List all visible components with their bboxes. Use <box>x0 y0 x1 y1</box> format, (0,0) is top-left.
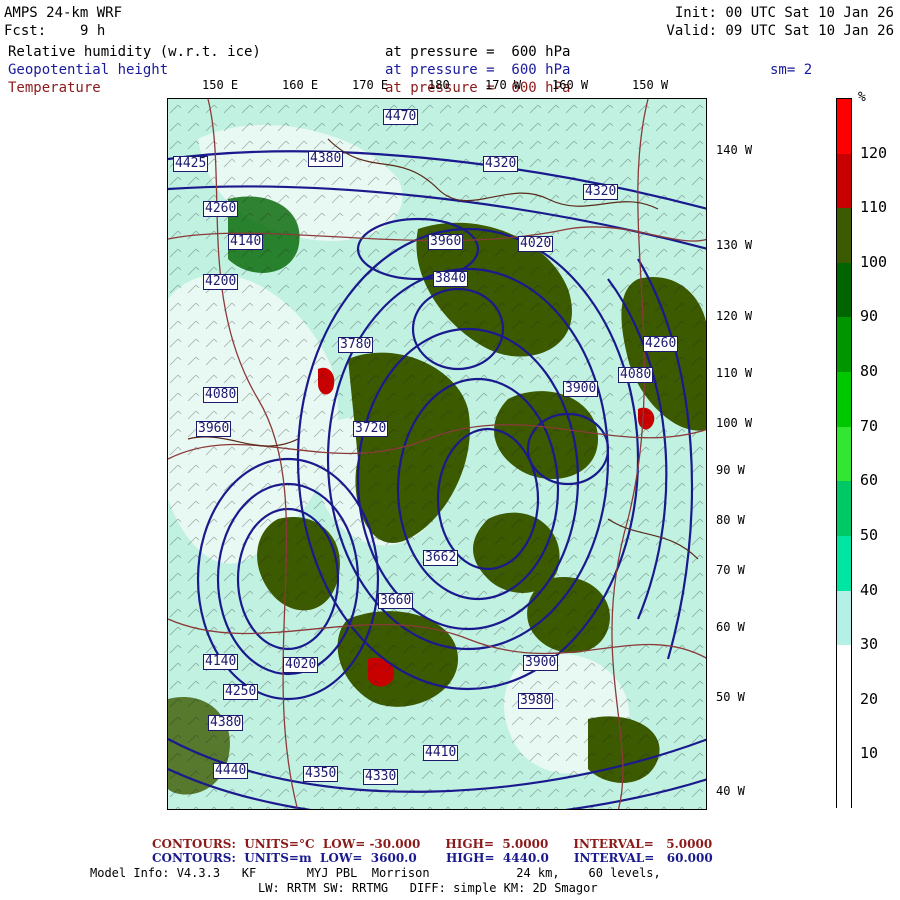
level-rh: at pressure = 600 hPa <box>385 44 571 60</box>
colorbar-segment <box>837 208 851 264</box>
field-height-label: Geopotential height <box>8 62 169 78</box>
height-label: 4425 <box>173 156 209 172</box>
colorbar-tick-label: 80 <box>860 362 879 381</box>
forecast-value: 9 h <box>80 23 106 39</box>
colorbar-segment <box>837 645 851 701</box>
lat-label: 90 W <box>716 463 745 477</box>
colorbar-tick-label: 30 <box>860 635 879 654</box>
colorbar-segment <box>837 699 851 755</box>
field-temp-label: Temperature <box>8 80 101 96</box>
lat-label: 60 W <box>716 620 745 634</box>
colorbar-unit: % <box>858 90 866 105</box>
height-label: 3900 <box>523 655 559 671</box>
level-temp: at pressure = 600 hPa <box>385 80 571 96</box>
colorbar-tick-label: 70 <box>860 416 879 435</box>
level-height: at pressure = 600 hPa <box>385 62 571 78</box>
height-label: 3900 <box>563 381 599 397</box>
height-label: 3780 <box>338 337 374 353</box>
model-title: AMPS 24-km WRF <box>4 5 123 21</box>
lon-label: 170 E <box>352 78 389 92</box>
lat-label: 140 W <box>716 143 753 157</box>
lon-label: 150 W <box>632 78 669 92</box>
colorbar-tick-label: 50 <box>860 525 879 544</box>
colorbar-tick-label: 60 <box>860 471 879 490</box>
height-label: 4320 <box>583 184 619 200</box>
colorbar-segment <box>837 317 851 373</box>
colorbar-tick-label: 120 <box>860 143 888 162</box>
footer-model-info: Model Info: V4.3.3 KF MYJ PBL Morrison 2… <box>90 866 661 880</box>
colorbar-segment <box>837 372 851 428</box>
lat-label: 100 W <box>716 416 753 430</box>
height-label: 4380 <box>308 151 344 167</box>
colorbar-tick-label: 20 <box>860 689 879 708</box>
lon-label: 160 W <box>552 78 589 92</box>
height-label: 4260 <box>643 336 679 352</box>
height-label: 4020 <box>518 236 554 252</box>
colorbar-segment <box>837 590 851 646</box>
height-label: 4140 <box>203 654 239 670</box>
height-label: 3662 <box>423 550 459 566</box>
height-label: 4080 <box>203 387 239 403</box>
height-label: 3980 <box>518 693 554 709</box>
height-label: 3720 <box>353 421 389 437</box>
lat-label: 130 W <box>716 238 753 252</box>
colorbar-segment <box>837 262 851 318</box>
colorbar-segment <box>837 99 851 155</box>
colorbar-segment <box>837 754 851 810</box>
height-label: 4200 <box>203 274 239 290</box>
footer-temp-contours: CONTOURS: UNITS=°C LOW= -30.000 HIGH= 5.… <box>152 837 713 851</box>
height-label: 4020 <box>283 657 319 673</box>
lon-label: 150 E <box>202 78 239 92</box>
colorbar-tick-label: 110 <box>860 198 888 217</box>
smoothing-label: sm= 2 <box>770 62 813 78</box>
lat-label: 110 W <box>716 366 753 380</box>
height-label: 4410 <box>423 745 459 761</box>
field-rh-label: Relative humidity (w.r.t. ice) <box>8 44 261 60</box>
height-label: 4470 <box>383 109 419 125</box>
colorbar-tick-label: 10 <box>860 744 879 763</box>
height-label: 4380 <box>208 715 244 731</box>
lon-label: 160 E <box>282 78 319 92</box>
height-label: 3960 <box>196 421 232 437</box>
lat-label: 40 W <box>716 784 745 798</box>
height-label: 3660 <box>378 593 414 609</box>
weather-map: 4470 4425 4380 4320 4260 4140 4200 4020 … <box>167 98 707 810</box>
colorbar-tick-label: 90 <box>860 307 879 326</box>
lat-label: 70 W <box>716 563 745 577</box>
lat-label: 80 W <box>716 513 745 527</box>
height-label: 4080 <box>618 367 654 383</box>
height-label: 4250 <box>223 684 259 700</box>
footer-model-info-2: LW: RRTM SW: RRTMG DIFF: simple KM: 2D S… <box>258 881 598 895</box>
map-canvas <box>168 99 706 809</box>
lat-label: 50 W <box>716 690 745 704</box>
footer-height-contours: CONTOURS: UNITS=m LOW= 3600.0 HIGH= 4440… <box>152 851 713 865</box>
lon-label: 180 <box>428 78 450 92</box>
height-label: 4260 <box>203 201 239 217</box>
lat-label: 120 W <box>716 309 753 323</box>
colorbar-segment <box>837 426 851 482</box>
colorbar-tick-label: 40 <box>860 580 879 599</box>
height-label: 3840 <box>433 271 469 287</box>
height-label: 4140 <box>228 234 264 250</box>
lon-label: 170 W <box>485 78 522 92</box>
colorbar <box>836 98 852 810</box>
forecast-label: Fcst: <box>4 23 47 39</box>
height-label: 4320 <box>483 156 519 172</box>
height-label: 4440 <box>213 763 249 779</box>
height-label: 4350 <box>303 766 339 782</box>
colorbar-segment <box>837 535 851 592</box>
height-label: 4330 <box>363 769 399 785</box>
valid-time: Valid: 09 UTC Sat 10 Jan 26 <box>666 23 894 39</box>
init-time: Init: 00 UTC Sat 10 Jan 26 <box>674 5 894 21</box>
height-label: 3960 <box>428 234 464 250</box>
colorbar-tick-label: 100 <box>860 252 888 271</box>
colorbar-segment <box>837 481 851 537</box>
colorbar-segment <box>837 153 851 209</box>
